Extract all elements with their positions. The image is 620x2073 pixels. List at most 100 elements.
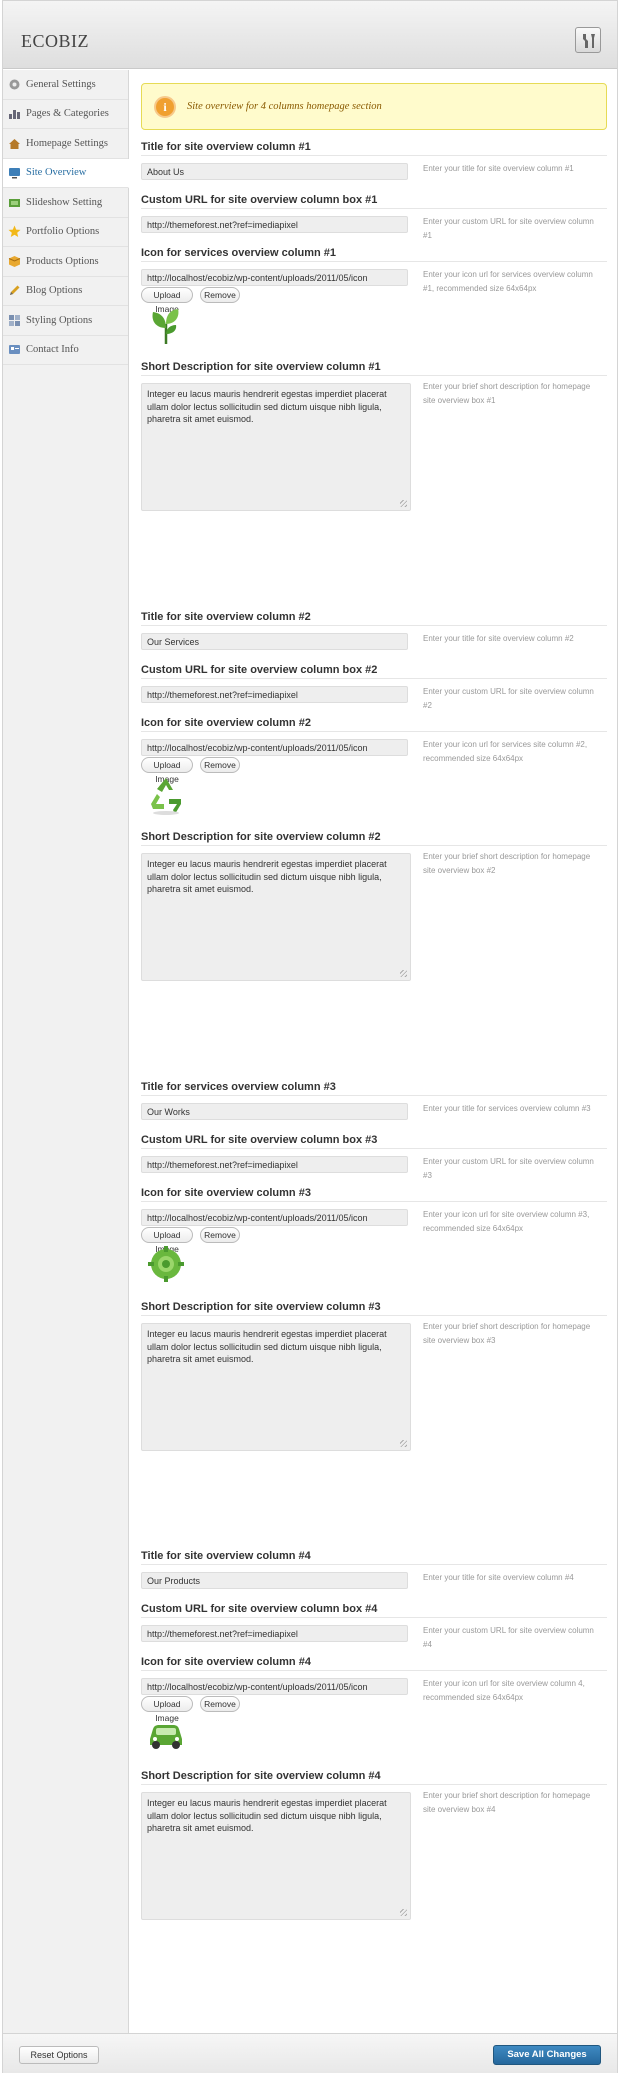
- reset-options-button[interactable]: Reset Options: [19, 2046, 99, 2064]
- resize-handle[interactable]: [400, 1909, 407, 1916]
- divider: [141, 845, 607, 846]
- description-textarea[interactable]: Integer eu lacus mauris hendrerit egesta…: [141, 383, 411, 511]
- divider: [141, 1564, 607, 1565]
- overview-column-3: Title for services overview column #3 Ou…: [131, 1081, 617, 1461]
- sidebar-item-portfolio-options[interactable]: Portfolio Options: [3, 218, 128, 247]
- sidebar-item-contact-info[interactable]: Contact Info: [3, 336, 128, 365]
- sidebar-item-label: Styling Options: [26, 314, 93, 326]
- sidebar-item-label: Slideshow Setting: [26, 196, 103, 208]
- divider: [141, 678, 607, 679]
- save-all-changes-button[interactable]: Save All Changes: [493, 2045, 601, 2065]
- title-input[interactable]: Our Works: [141, 1103, 408, 1120]
- slides-icon: [8, 196, 21, 209]
- resize-handle[interactable]: [400, 500, 407, 507]
- sidebar-item-slideshow-setting[interactable]: Slideshow Setting: [3, 188, 128, 218]
- icon-help: Enter your icon url for services overvie…: [423, 270, 593, 293]
- description-help: Enter your brief short description for h…: [423, 1791, 591, 1814]
- icon-help: Enter your icon url for services site co…: [423, 740, 588, 763]
- overview-column-1: Title for site overview column #1 About …: [131, 141, 617, 521]
- divider: [141, 1095, 607, 1096]
- recycle-icon: [145, 774, 187, 816]
- upload-image-button[interactable]: Upload Image: [141, 1696, 193, 1723]
- icon-url-input[interactable]: http://localhost/ecobiz/wp-content/uploa…: [141, 739, 408, 756]
- logo: ECOBIZ: [21, 31, 89, 51]
- url-help: Enter your custom URL for site overview …: [423, 217, 594, 240]
- url-input[interactable]: http://themeforest.net?ref=imediapixel: [141, 1156, 408, 1173]
- divider: [141, 625, 607, 626]
- title-section-label: Title for site overview column #4: [141, 1550, 311, 1562]
- upload-image-button[interactable]: Upload Image: [141, 287, 193, 314]
- icon-section-label: Icon for site overview column #3: [141, 1187, 311, 1199]
- description-section-label: Short Description for site overview colu…: [141, 361, 381, 373]
- url-input[interactable]: http://themeforest.net?ref=imediapixel: [141, 686, 408, 703]
- sidebar-item-homepage-settings[interactable]: Homepage Settings: [3, 129, 128, 159]
- footer: Reset Options Save All Changes: [3, 2033, 617, 2073]
- divider: [141, 1315, 607, 1316]
- url-input[interactable]: http://themeforest.net?ref=imediapixel: [141, 1625, 408, 1642]
- remove-button[interactable]: Remove: [200, 287, 240, 303]
- info-notice: i Site overview for 4 columns homepage s…: [141, 83, 607, 130]
- options-panel: ECOBIZ General Settings Pages & Categori…: [2, 0, 618, 2073]
- description-section-label: Short Description for site overview colu…: [141, 1770, 381, 1782]
- url-help: Enter your custom URL for site overview …: [423, 1626, 594, 1649]
- notice-text: Site overview for 4 columns homepage sec…: [187, 101, 382, 112]
- divider: [141, 208, 607, 209]
- sidebar-item-site-overview[interactable]: Site Overview: [3, 158, 129, 188]
- description-textarea[interactable]: Integer eu lacus mauris hendrerit egesta…: [141, 1792, 411, 1920]
- sidebar-item-styling-options[interactable]: Styling Options: [3, 306, 128, 336]
- url-input[interactable]: http://themeforest.net?ref=imediapixel: [141, 216, 408, 233]
- icon-url-input[interactable]: http://localhost/ecobiz/wp-content/uploa…: [141, 1678, 408, 1695]
- resize-handle[interactable]: [400, 1440, 407, 1447]
- remove-button[interactable]: Remove: [200, 1227, 240, 1243]
- box-icon: [8, 255, 21, 268]
- divider: [141, 1201, 607, 1202]
- title-section-label: Title for site overview column #2: [141, 611, 311, 623]
- main-content: i Site overview for 4 columns homepage s…: [131, 70, 617, 2033]
- sidebar-item-blog-options[interactable]: Blog Options: [3, 277, 128, 306]
- description-help: Enter your brief short description for h…: [423, 382, 591, 405]
- chart-icon: [8, 107, 21, 120]
- title-section-label: Title for services overview column #3: [141, 1081, 336, 1093]
- resize-handle[interactable]: [400, 970, 407, 977]
- url-section-label: Custom URL for site overview column box …: [141, 194, 378, 206]
- sidebar-item-general-settings[interactable]: General Settings: [3, 70, 128, 100]
- description-text: Integer eu lacus mauris hendrerit egesta…: [147, 859, 387, 894]
- title-input[interactable]: Our Products: [141, 1572, 408, 1589]
- sidebar-item-label: Site Overview: [26, 167, 87, 179]
- sidebar-item-pages-categories[interactable]: Pages & Categories: [3, 100, 128, 129]
- description-section-label: Short Description for site overview colu…: [141, 1301, 381, 1313]
- description-text: Integer eu lacus mauris hendrerit egesta…: [147, 1798, 387, 1833]
- icon-section-label: Icon for site overview column #2: [141, 717, 311, 729]
- title-input[interactable]: About Us: [141, 163, 408, 180]
- gear-badge-icon: [145, 1244, 187, 1286]
- upload-image-button[interactable]: Upload Image: [141, 757, 193, 784]
- sidebar-item-label: Portfolio Options: [26, 226, 100, 238]
- sidebar-item-products-options[interactable]: Products Options: [3, 247, 128, 277]
- divider: [141, 375, 607, 376]
- divider: [141, 1617, 607, 1618]
- title-section-label: Title for site overview column #1: [141, 141, 311, 153]
- icon-help: Enter your icon url for site overview co…: [423, 1679, 585, 1702]
- remove-button[interactable]: Remove: [200, 757, 240, 773]
- title-input[interactable]: Our Services: [141, 633, 408, 650]
- description-textarea[interactable]: Integer eu lacus mauris hendrerit egesta…: [141, 1323, 411, 1451]
- sidebar-item-label: Products Options: [26, 255, 99, 267]
- sidebar-item-label: Contact Info: [26, 344, 79, 356]
- description-text: Integer eu lacus mauris hendrerit egesta…: [147, 1329, 387, 1364]
- description-textarea[interactable]: Integer eu lacus mauris hendrerit egesta…: [141, 853, 411, 981]
- divider: [141, 1670, 607, 1671]
- icon-url-input[interactable]: http://localhost/ecobiz/wp-content/uploa…: [141, 269, 408, 286]
- icon-help: Enter your icon url for site overview co…: [423, 1210, 590, 1233]
- title-help: Enter your title for site overview colum…: [423, 164, 574, 173]
- icon-url-input[interactable]: http://localhost/ecobiz/wp-content/uploa…: [141, 1209, 408, 1226]
- tools-icon[interactable]: [575, 27, 601, 53]
- icon-section-label: Icon for site overview column #4: [141, 1656, 311, 1668]
- grid-icon: [8, 314, 21, 327]
- remove-button[interactable]: Remove: [200, 1696, 240, 1712]
- description-text: Integer eu lacus mauris hendrerit egesta…: [147, 389, 387, 424]
- upload-image-button[interactable]: Upload Image: [141, 1227, 193, 1254]
- overview-column-2: Title for site overview column #2 Our Se…: [131, 611, 617, 991]
- sidebar: General Settings Pages & Categories Home…: [3, 70, 129, 2033]
- url-help: Enter your custom URL for site overview …: [423, 1157, 594, 1180]
- sidebar-item-label: Pages & Categories: [26, 108, 109, 120]
